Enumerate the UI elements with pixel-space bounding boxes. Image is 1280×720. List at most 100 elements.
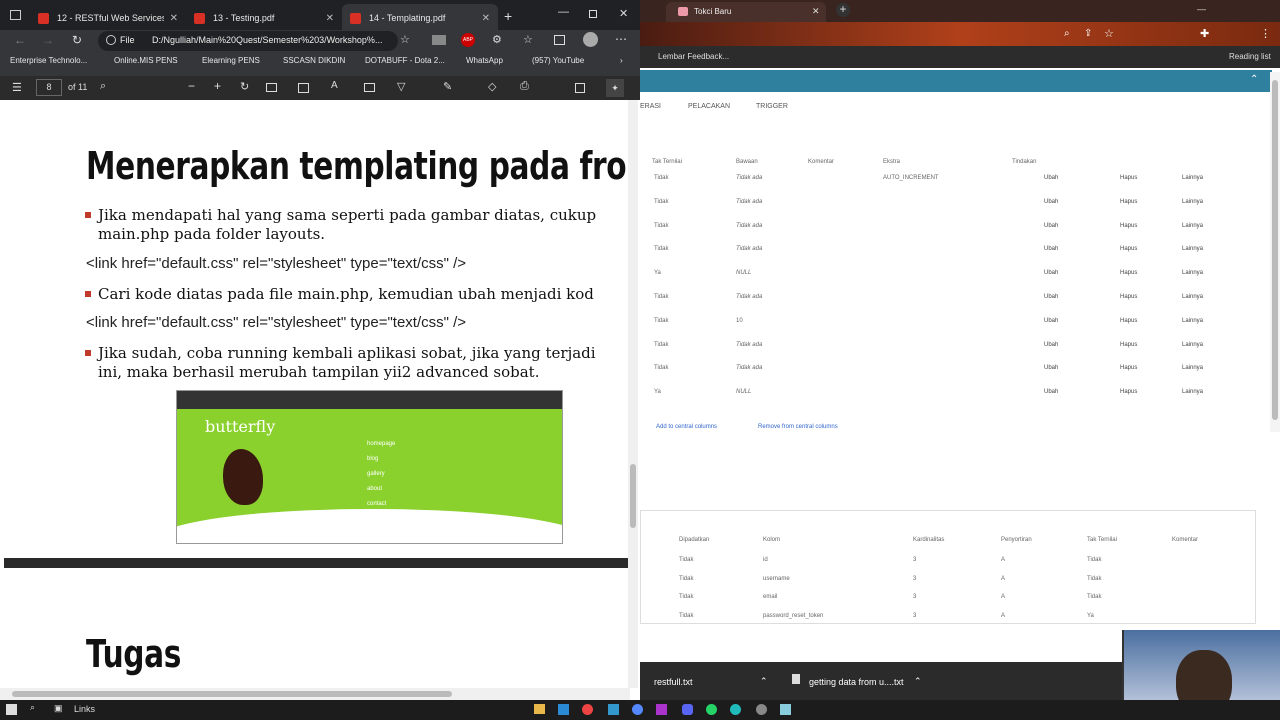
menu-icon[interactable]: ⋮ <box>1260 27 1271 40</box>
vertical-scrollbar[interactable] <box>1270 72 1280 432</box>
tab-operasi[interactable]: ERASI <box>640 103 661 110</box>
new-tab-icon[interactable]: + <box>836 3 850 17</box>
close-window-icon[interactable]: ✕ <box>619 7 628 20</box>
info-icon[interactable] <box>106 35 116 45</box>
close-icon[interactable]: ✕ <box>812 6 820 17</box>
drop-button[interactable]: Hapus <box>1120 294 1137 300</box>
pin-icon[interactable]: ✦ <box>606 79 624 97</box>
task-view-icon[interactable]: ▣ <box>54 703 63 714</box>
more-dropdown[interactable]: Lainnya <box>1182 246 1203 252</box>
notepad-icon[interactable] <box>780 704 791 715</box>
back-icon[interactable]: ← <box>14 33 26 47</box>
refresh-icon[interactable]: ↻ <box>72 33 82 47</box>
adblock-icon[interactable]: ABP <box>461 33 475 47</box>
save-icon[interactable] <box>575 83 585 93</box>
highlight-icon[interactable]: ✎ <box>443 80 452 93</box>
search-icon[interactable]: ⌕ <box>30 702 35 713</box>
drop-button[interactable]: Hapus <box>1120 223 1137 229</box>
more-dropdown[interactable]: Lainnya <box>1182 175 1203 181</box>
tab-actions-icon[interactable] <box>10 10 21 20</box>
vscode-icon[interactable] <box>558 704 569 715</box>
drop-button[interactable]: Hapus <box>1120 342 1137 348</box>
windows-start-icon[interactable] <box>6 704 17 715</box>
drop-button[interactable]: Hapus <box>1120 246 1137 252</box>
bookmark-feedback[interactable]: Lembar Feedback... <box>658 52 729 61</box>
horizontal-scrollbar[interactable] <box>0 688 630 700</box>
immersive-icon[interactable] <box>364 83 375 92</box>
mail-extension-icon[interactable] <box>432 35 446 45</box>
drop-button[interactable]: Hapus <box>1120 365 1137 371</box>
links-toolbar[interactable]: Links <box>74 704 95 714</box>
forward-icon[interactable]: → <box>42 33 54 47</box>
rotate-icon[interactable]: ↻ <box>240 80 249 93</box>
more-dropdown[interactable]: Lainnya <box>1182 223 1203 229</box>
tab-trigger[interactable]: TRIGGER <box>756 103 788 110</box>
phpstorm-icon[interactable] <box>656 704 667 715</box>
download-file-1[interactable]: restfull.txt <box>654 677 693 687</box>
draw-icon[interactable]: ▽ <box>397 80 405 93</box>
more-dropdown[interactable]: Lainnya <box>1182 318 1203 324</box>
share-icon[interactable]: ⇪ <box>1084 28 1092 39</box>
more-dropdown[interactable]: Lainnya <box>1182 342 1203 348</box>
minimize-icon[interactable]: — <box>558 6 569 18</box>
star-icon[interactable]: ☆ <box>1104 27 1114 40</box>
avatar[interactable] <box>583 32 598 47</box>
change-button[interactable]: Ubah <box>1044 223 1058 229</box>
change-button[interactable]: Ubah <box>1044 199 1058 205</box>
collections-icon[interactable]: ☆ <box>523 33 533 46</box>
whatsapp-icon[interactable] <box>706 704 717 715</box>
more-dropdown[interactable]: Lainnya <box>1182 365 1203 371</box>
tab-restful[interactable]: 12 - RESTful Web Services.pdf ✕ <box>30 4 186 32</box>
read-aloud-icon[interactable]: A <box>331 80 338 91</box>
reading-list-button[interactable]: Reading list <box>1229 52 1271 61</box>
bookmark-elearning[interactable]: Elearning PENS <box>202 56 260 65</box>
contents-icon[interactable]: ☰ <box>12 81 22 94</box>
menu-icon[interactable]: ⋯ <box>615 32 627 46</box>
remove-central-columns-link[interactable]: Remove from central columns <box>758 424 838 430</box>
star-icon[interactable]: ☆ <box>400 33 410 46</box>
bookmark-whatsapp[interactable]: WhatsApp <box>466 56 503 65</box>
minimize-icon[interactable]: — <box>1197 4 1206 14</box>
bookmark-sscasn[interactable]: SSCASN DIKDIN <box>283 56 345 65</box>
fit-page-icon[interactable] <box>266 83 277 92</box>
vertical-scrollbar[interactable] <box>628 100 638 688</box>
search-icon[interactable]: ⌕ <box>1064 28 1070 39</box>
eraser-icon[interactable]: ◇ <box>488 80 496 93</box>
download-file-2[interactable]: getting data from u....txt <box>809 677 904 687</box>
scroll-thumb[interactable] <box>630 464 636 528</box>
chevron-up-icon[interactable]: ⌃ <box>760 676 768 687</box>
search-icon[interactable]: ⌕ <box>100 80 106 93</box>
more-dropdown[interactable]: Lainnya <box>1182 270 1203 276</box>
app-icon[interactable] <box>608 704 619 715</box>
print-icon[interactable]: ⎙ <box>520 80 529 93</box>
tab-templating[interactable]: 14 - Templating.pdf ✕ <box>342 4 498 32</box>
chrome-icon[interactable] <box>582 704 593 715</box>
more-dropdown[interactable]: Lainnya <box>1182 199 1203 205</box>
puzzle-icon[interactable]: ✚ <box>1200 27 1209 40</box>
more-dropdown[interactable]: Lainnya <box>1182 389 1203 395</box>
drop-button[interactable]: Hapus <box>1120 270 1137 276</box>
explorer-icon[interactable] <box>534 704 545 714</box>
change-button[interactable]: Ubah <box>1044 389 1058 395</box>
change-button[interactable]: Ubah <box>1044 294 1058 300</box>
tab-pelacakan[interactable]: PELACAKAN <box>688 103 730 110</box>
scroll-thumb[interactable] <box>1272 80 1278 420</box>
change-button[interactable]: Ubah <box>1044 342 1058 348</box>
app-icon[interactable] <box>756 704 767 715</box>
drop-button[interactable]: Hapus <box>1120 389 1137 395</box>
bookmark-dotabuff[interactable]: DOTABUFF - Dota 2... <box>365 56 445 65</box>
drop-button[interactable]: Hapus <box>1120 175 1137 181</box>
scroll-thumb[interactable] <box>12 691 452 697</box>
edge-icon[interactable] <box>730 704 741 715</box>
more-dropdown[interactable]: Lainnya <box>1182 294 1203 300</box>
drop-button[interactable]: Hapus <box>1120 199 1137 205</box>
bookmark-youtube[interactable]: (957) YouTube <box>532 56 584 65</box>
chevron-up-icon[interactable]: ⌃ <box>914 676 922 687</box>
change-button[interactable]: Ubah <box>1044 175 1058 181</box>
new-tab-icon[interactable]: + <box>504 8 512 24</box>
zoom-in-icon[interactable]: + <box>214 79 221 93</box>
page-number-input[interactable]: 8 <box>36 79 62 96</box>
discord-icon[interactable] <box>682 704 693 715</box>
change-button[interactable]: Ubah <box>1044 318 1058 324</box>
split-screen-icon[interactable] <box>554 35 565 45</box>
